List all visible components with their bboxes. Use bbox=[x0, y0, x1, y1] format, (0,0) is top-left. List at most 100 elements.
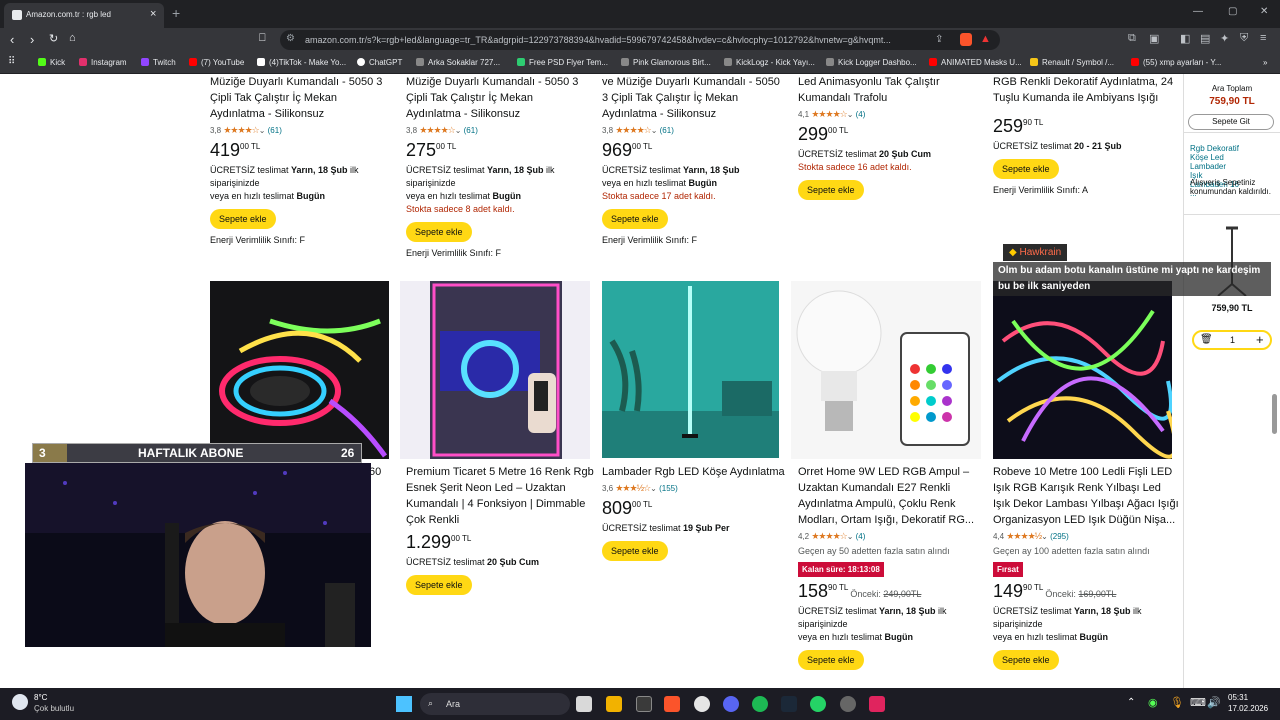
scrollbar[interactable] bbox=[1272, 394, 1277, 434]
address-bar[interactable]: ⚙ amazon.com.tr/s?k=rgb+led&language=tr_… bbox=[280, 30, 1000, 50]
tab-amazon[interactable]: Amazon.com.tr : rgb led × bbox=[4, 3, 164, 28]
spotify-icon[interactable] bbox=[752, 696, 768, 712]
wallet-icon[interactable]: ▣ bbox=[1149, 32, 1159, 45]
app-red-icon[interactable] bbox=[869, 696, 885, 712]
delete-icon[interactable]: 🗑 bbox=[1200, 334, 1213, 345]
clock-time[interactable]: 05:31 bbox=[1228, 693, 1248, 702]
rewards-icon[interactable]: ▲ bbox=[980, 33, 991, 45]
bookmark-item[interactable]: Renault / Symbol /... bbox=[1030, 58, 1114, 67]
obs-icon[interactable] bbox=[840, 696, 856, 712]
sidebar-icon[interactable]: ◧ bbox=[1180, 32, 1190, 45]
start-icon[interactable] bbox=[396, 696, 412, 712]
bookmark-item[interactable]: Pink Glamorous Birt... bbox=[621, 58, 711, 67]
bookmark-item[interactable]: Kick bbox=[38, 58, 65, 67]
product-title[interactable]: Led Animasyonlu Tak Çalıştır Kumandalı Tr… bbox=[798, 74, 986, 106]
rating[interactable]: 3,8 ★★★★☆⌄ (61) bbox=[602, 125, 790, 136]
app-icon[interactable] bbox=[636, 696, 652, 712]
bookmark-item[interactable]: ANIMATED Masks U... bbox=[929, 58, 1022, 67]
add-to-cart-button[interactable]: Sepete ekle bbox=[993, 159, 1059, 179]
plus-icon[interactable]: + bbox=[1256, 332, 1264, 347]
tray-chevron-icon[interactable]: ⌃ bbox=[1127, 697, 1135, 708]
more-bookmarks-icon[interactable]: » bbox=[1263, 58, 1267, 67]
add-to-cart-button[interactable]: Sepete ekle bbox=[602, 209, 668, 229]
menu-icon[interactable]: ≡ bbox=[1260, 32, 1266, 44]
reload-icon[interactable]: ↻ bbox=[49, 32, 58, 45]
bookmark-item[interactable]: (7) YouTube bbox=[189, 58, 244, 67]
product-image-bulb[interactable] bbox=[791, 281, 981, 459]
product-title[interactable]: Lambader Rgb LED Köşe Aydınlatma bbox=[602, 464, 790, 480]
product-title[interactable]: Orret Home 9W LED RGB Ampul – Uzaktan Ku… bbox=[798, 464, 986, 528]
file-explorer-icon[interactable] bbox=[606, 696, 622, 712]
taskbar-search[interactable]: ⌕ Ara bbox=[420, 693, 570, 715]
weather-icon[interactable] bbox=[12, 694, 28, 710]
energy-class[interactable]: Enerji Verimlilik Sınıfı: F bbox=[210, 235, 398, 245]
product-title[interactable]: Müziğe Duyarlı Kumandalı - 5050 3 Çipli T… bbox=[210, 74, 398, 122]
microphone-icon[interactable]: 🎙 bbox=[1170, 696, 1184, 709]
task-view-icon[interactable] bbox=[576, 696, 592, 712]
bookmark-item[interactable]: (4)TikTok - Make Yo... bbox=[257, 58, 346, 67]
product-image-led-strip[interactable] bbox=[210, 281, 389, 459]
forward-icon[interactable]: › bbox=[30, 32, 34, 47]
bookmark-item[interactable]: ChatGPT bbox=[357, 58, 402, 67]
rating[interactable]: 4,4 ★★★★½⌄ (295) bbox=[993, 531, 1181, 542]
rating[interactable]: 4,2 ★★★★☆⌄ (4) bbox=[798, 531, 986, 542]
product-title[interactable]: ve Müziğe Duyarlı Kumandalı - 5050 3 Çipl… bbox=[602, 74, 790, 122]
bookmark-item[interactable]: Free PSD Flyer Tem... bbox=[517, 58, 608, 67]
energy-class[interactable]: Enerji Verimlilik Sınıfı: F bbox=[406, 248, 594, 258]
bookmark-icon[interactable]: ⎕ bbox=[259, 32, 266, 45]
add-to-cart-button[interactable]: Sepete ekle bbox=[993, 650, 1059, 670]
tray-app-icon[interactable]: ◉ bbox=[1148, 696, 1158, 709]
product-image-corner-lamp[interactable] bbox=[602, 281, 779, 458]
go-to-cart-button[interactable]: Sepete Git bbox=[1188, 114, 1274, 130]
close-tab-icon[interactable]: × bbox=[150, 8, 156, 20]
minimize-icon[interactable]: — bbox=[1193, 6, 1203, 17]
apps-icon[interactable]: ⠿ bbox=[8, 56, 15, 67]
add-to-cart-button[interactable]: Sepete ekle bbox=[406, 575, 472, 595]
bookmark-item[interactable]: Twitch bbox=[141, 58, 176, 67]
discord-icon[interactable] bbox=[723, 696, 739, 712]
bookmark-item[interactable]: KickLogz - Kick Yayı... bbox=[724, 58, 815, 67]
energy-class[interactable]: Enerji Verimlilik Sınıfı: A bbox=[993, 185, 1181, 195]
vpn-icon[interactable]: ⛨ bbox=[1240, 32, 1248, 45]
back-icon[interactable]: ‹ bbox=[10, 32, 14, 47]
bookmark-item[interactable]: Instagram bbox=[79, 58, 127, 67]
bookmark-item[interactable]: Arka Sokaklar 727... bbox=[416, 58, 500, 67]
bookmark-item[interactable]: (55) xmp ayarları - Y... bbox=[1131, 58, 1221, 67]
new-tab-button[interactable]: + bbox=[172, 5, 180, 21]
add-to-cart-button[interactable]: Sepete ekle bbox=[406, 222, 472, 242]
rating[interactable]: 3,8 ★★★★☆⌄ (61) bbox=[210, 125, 398, 136]
reading-list-icon[interactable]: ▤ bbox=[1200, 32, 1210, 45]
maximize-icon[interactable]: ▢ bbox=[1228, 6, 1237, 17]
ai-icon[interactable]: ✦ bbox=[1220, 32, 1229, 45]
settings-icon[interactable] bbox=[694, 696, 710, 712]
energy-class[interactable]: Enerji Verimlilik Sınıfı: F bbox=[602, 235, 790, 245]
volume-icon[interactable]: 🔊 bbox=[1207, 696, 1221, 709]
product-title[interactable]: Premium Ticaret 5 Metre 16 Renk Rgb Esne… bbox=[406, 464, 594, 528]
add-to-cart-button[interactable]: Sepete ekle bbox=[798, 650, 864, 670]
cart-item-price: 759,90 TL bbox=[1211, 303, 1253, 313]
rating[interactable]: 3,6 ★★★½☆⌄ (155) bbox=[602, 483, 790, 494]
brave-icon[interactable] bbox=[664, 696, 680, 712]
site-info-icon[interactable]: ⚙ bbox=[286, 33, 295, 44]
product-image-fairy-lights[interactable] bbox=[993, 281, 1178, 459]
brave-shield-icon[interactable] bbox=[960, 33, 972, 46]
add-to-cart-button[interactable]: Sepete ekle bbox=[602, 541, 668, 561]
product-title[interactable]: Müziğe Duyarlı Kumandalı - 5050 3 Çipli T… bbox=[406, 74, 594, 122]
steam-icon[interactable] bbox=[781, 696, 797, 712]
bookmark-item[interactable]: Kick Logger Dashbo... bbox=[826, 58, 917, 67]
close-window-icon[interactable]: ✕ bbox=[1260, 6, 1268, 17]
rating[interactable]: 4,1 ★★★★☆⌄ (4) bbox=[798, 109, 986, 120]
product-image-neon-strip[interactable] bbox=[400, 281, 590, 459]
home-icon[interactable]: ⌂ bbox=[69, 32, 76, 44]
rating[interactable]: 3,8 ★★★★☆⌄ (61) bbox=[406, 125, 594, 136]
share-icon[interactable]: ⇪ bbox=[935, 34, 943, 45]
add-to-cart-button[interactable]: Sepete ekle bbox=[210, 209, 276, 229]
network-icon[interactable]: ⌨ bbox=[1190, 696, 1206, 709]
extensions-icon[interactable]: ⧉ bbox=[1128, 32, 1136, 45]
quantity-stepper[interactable]: 🗑 1 + bbox=[1192, 330, 1272, 350]
whatsapp-icon[interactable] bbox=[810, 696, 826, 712]
add-to-cart-button[interactable]: Sepete ekle bbox=[798, 180, 864, 200]
product-title[interactable]: RGB Renkli Dekoratif Aydınlatma, 24 Tuşlu… bbox=[993, 74, 1181, 106]
product-title[interactable]: Robeve 10 Metre 100 Ledli Fişli LED Işık… bbox=[993, 464, 1181, 528]
clock-date[interactable]: 17.02.2026 bbox=[1228, 704, 1268, 713]
